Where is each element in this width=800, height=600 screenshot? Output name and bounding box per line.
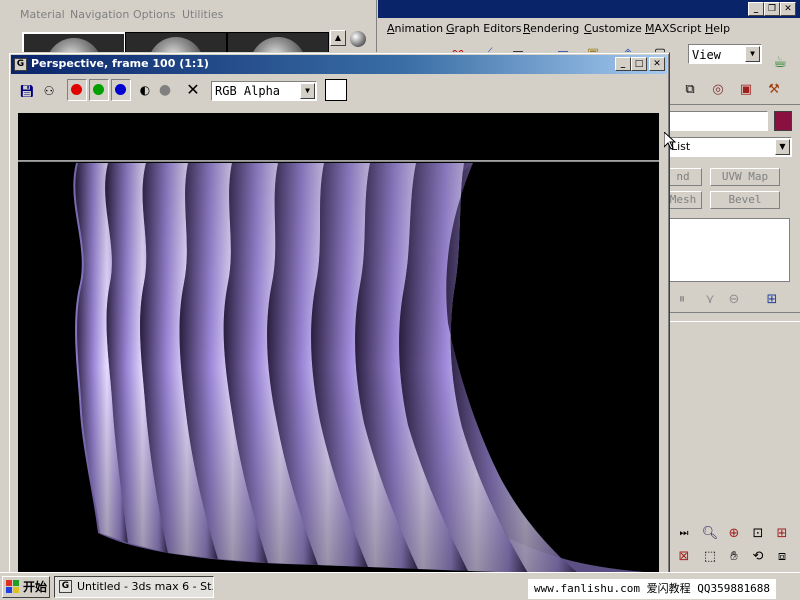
zoom-extents-icon[interactable]: ⊡: [748, 524, 768, 544]
menu-animation[interactable]: Animation: [387, 22, 443, 35]
teapot-icon[interactable]: ☕: [770, 52, 790, 72]
alpha-channel-icon[interactable]: ●: [155, 80, 175, 100]
close-button[interactable]: ✕: [649, 57, 665, 71]
menu-customize[interactable]: Customize: [584, 22, 642, 35]
menu-maxscript[interactable]: MAXScript: [645, 22, 701, 35]
hierarchy-tab-icon[interactable]: ⧉: [680, 80, 700, 100]
mat-menu-options[interactable]: Options: [133, 8, 175, 21]
command-panel: ⧉ ◎ ▣ ⚒ List ▼ nd UVW Map Mesh Bevel ⏸ ⋎…: [664, 76, 800, 572]
green-dot-icon: [93, 84, 104, 95]
show-end-result-icon[interactable]: ⋎: [700, 290, 720, 310]
zoom-all-icon[interactable]: ⊕: [724, 524, 744, 544]
render-titlebar: G Perspective, frame 100 (1:1) _ □ ✕: [11, 55, 667, 74]
remove-modifier-icon[interactable]: ⊖: [724, 290, 744, 310]
pan-hand-icon[interactable]: ✋︎: [724, 547, 744, 567]
goto-end-icon[interactable]: ⏭: [674, 524, 694, 544]
mat-menu-material[interactable]: Material: [20, 8, 65, 21]
chevron-down-icon[interactable]: ▼: [300, 83, 315, 99]
chevron-down-icon[interactable]: ▼: [775, 139, 790, 155]
render-window-title: Perspective, frame 100 (1:1): [31, 57, 209, 70]
clear-frame-icon[interactable]: ✕: [183, 80, 203, 100]
maximize-button[interactable]: □: [631, 57, 647, 71]
pin-stack-icon[interactable]: ⏸: [672, 290, 692, 310]
zoom-extents-all-icon[interactable]: ⊞: [772, 524, 792, 544]
bevel-button[interactable]: Bevel: [710, 191, 780, 209]
scroll-up-arrow[interactable]: ▲: [330, 30, 346, 46]
view-dropdown[interactable]: View ▼: [688, 44, 762, 64]
menu-rendering[interactable]: Rendering: [523, 22, 579, 35]
menu-help[interactable]: Help: [705, 22, 730, 35]
view-dropdown-value: View: [692, 48, 721, 62]
cloth-render-svg: [18, 160, 659, 573]
green-channel-toggle[interactable]: [89, 79, 109, 101]
start-label: 开始: [23, 580, 48, 594]
max-titlebar: _ ❐ ✕: [378, 0, 800, 18]
start-button[interactable]: 开始: [2, 576, 50, 598]
close-button[interactable]: ✕: [780, 2, 796, 16]
cloth-shading: [18, 161, 659, 573]
stack-toolbar: ⏸ ⋎ ⊖ ⊞: [668, 290, 800, 313]
taskbar: 开始 G Untitled - 3ds max 6 - St... www.fa…: [0, 572, 800, 600]
minimize-button[interactable]: _: [615, 57, 631, 71]
background-color-swatch[interactable]: [325, 79, 347, 101]
taskbar-item-label: Untitled - 3ds max 6 - St...: [77, 580, 214, 593]
object-name-field[interactable]: [668, 111, 768, 131]
clone-frame-icon[interactable]: ⚇: [39, 81, 59, 101]
region-zoom-icon[interactable]: ⬚: [700, 547, 720, 567]
menu-graph-editors[interactable]: Graph Editors: [446, 22, 522, 35]
render-toolbar: 💾︎ ⚇ ◐ ● ✕ RGB Alpha ▼: [11, 77, 667, 105]
blue-dot-icon: [115, 84, 126, 95]
mat-menu-utilities[interactable]: Utilities: [182, 8, 223, 21]
mouse-cursor-icon: [663, 130, 677, 150]
command-panel-tabs: ⧉ ◎ ▣ ⚒: [668, 76, 800, 105]
taskbar-item-3dsmax[interactable]: G Untitled - 3ds max 6 - St...: [54, 576, 214, 598]
motion-tab-icon[interactable]: ◎: [708, 80, 728, 100]
viewport-nav-controls: ⏭ 🔍︎ ⊕ ⊡ ⊞ ⊠ ⬚ ✋︎ ⟲ ⧈: [668, 521, 800, 571]
uvw-map-button[interactable]: UVW Map: [710, 168, 780, 186]
maximize-viewport-icon[interactable]: ⧈: [772, 547, 792, 567]
arc-rotate-icon[interactable]: ⟲: [748, 547, 768, 567]
mat-menu-navigation[interactable]: Navigation: [70, 8, 129, 21]
modifier-list-dropdown[interactable]: List ▼: [668, 137, 792, 157]
red-dot-icon: [71, 84, 82, 95]
watermark-text: www.fanlishu.com 爱闪教程 QQ359881688: [528, 579, 777, 599]
modifier-stack-list[interactable]: [668, 218, 790, 282]
channel-select-value: RGB Alpha: [215, 84, 281, 98]
mono-channel-icon[interactable]: ◐: [135, 80, 155, 100]
save-bitmap-icon[interactable]: 💾︎: [17, 81, 37, 101]
chevron-down-icon[interactable]: ▼: [745, 46, 760, 62]
zoom-icon[interactable]: 🔍︎: [700, 524, 720, 544]
app-icon: G: [14, 58, 27, 71]
key-mode-icon[interactable]: ⊠: [674, 547, 694, 567]
windows-logo-icon: [6, 580, 20, 594]
material-editor-window: Material Navigation Options Utilities ▲: [0, 0, 377, 60]
sample-type-sphere-icon[interactable]: [350, 31, 366, 47]
utilities-tab-icon[interactable]: ⚒: [764, 80, 784, 100]
rollout-area: [668, 321, 800, 522]
minimize-button[interactable]: _: [748, 2, 764, 16]
object-color-swatch[interactable]: [774, 111, 792, 131]
restore-button[interactable]: ❐: [764, 2, 780, 16]
render-frame-window: G Perspective, frame 100 (1:1) _ □ ✕ 💾︎ …: [8, 52, 670, 574]
display-tab-icon[interactable]: ▣: [736, 80, 756, 100]
blue-channel-toggle[interactable]: [111, 79, 131, 101]
app-icon: G: [59, 580, 72, 593]
rendered-image: [18, 113, 659, 573]
max-menubar: Animation Graph Editors Rendering Custom…: [378, 19, 800, 39]
configure-modifier-sets-icon[interactable]: ⊞: [762, 290, 782, 310]
red-channel-toggle[interactable]: [67, 79, 87, 101]
channel-select[interactable]: RGB Alpha ▼: [211, 81, 317, 101]
